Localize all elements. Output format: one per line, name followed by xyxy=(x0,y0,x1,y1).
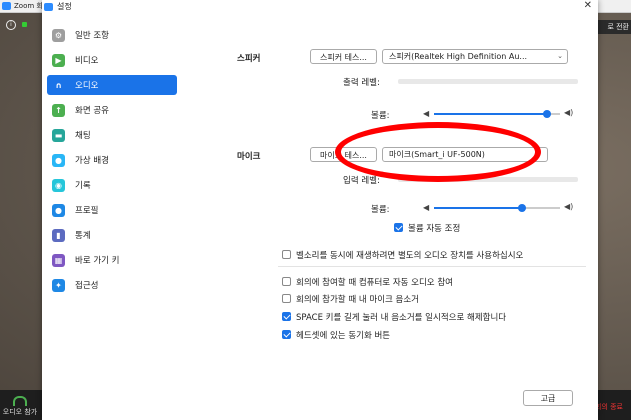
sidebar-item-label: 프로필 xyxy=(75,206,99,216)
mic-volume-fill xyxy=(434,207,522,209)
push-to-talk-checkbox[interactable] xyxy=(282,312,291,321)
record-icon: ◉ xyxy=(52,178,65,192)
audio-settings-panel: 스피커 스피커 테스... 스피커(Realtek High Definitio… xyxy=(220,13,598,420)
keyboard-icon: ▦ xyxy=(52,253,65,267)
auto-adjust-checkbox[interactable] xyxy=(394,223,403,232)
sidebar-item-label: 접근성 xyxy=(75,281,99,291)
mic-volume-low-icon: ◀ xyxy=(423,203,430,212)
separate-device-checkbox[interactable] xyxy=(282,250,291,259)
mic-device-value: 마이크(Smart_i UF-500N) xyxy=(389,150,485,159)
volume-low-icon: ◀ xyxy=(423,109,430,118)
chat-icon: ▬ xyxy=(52,128,65,142)
sidebar-item-headphones[interactable]: ∩ 오디오 xyxy=(47,75,177,95)
sidebar-item-label: 통계 xyxy=(75,231,91,241)
headphones-icon: ∩ xyxy=(55,80,62,90)
info-icon[interactable]: i xyxy=(6,20,16,30)
sidebar-item-accessibility[interactable]: ✦ 접근성 xyxy=(47,275,177,295)
sidebar-item-record[interactable]: ◉ 기록 xyxy=(47,175,177,195)
speaker-device-value: 스피커(Realtek High Definition Au... xyxy=(389,52,528,61)
sidebar-item-share-screen[interactable]: ↑ 화면 공유 xyxy=(47,100,177,120)
video-icon: ▶ xyxy=(52,53,65,67)
sidebar-item-label: 일반 조항 xyxy=(75,31,109,41)
accessibility-icon: ✦ xyxy=(52,278,65,292)
auto-join-audio-label: 회의에 참여할 때 컴퓨터로 자동 오디오 참여 xyxy=(296,278,453,288)
meeting-window-title: Zoom 회 xyxy=(14,2,43,10)
input-level-label: 입력 레벨: xyxy=(343,176,380,186)
person-icon: ● xyxy=(52,153,65,167)
headphones-icon xyxy=(13,396,27,406)
join-audio-button[interactable]: 오디오 참가 xyxy=(2,396,38,417)
mic-device-select[interactable]: 마이크(Smart_i UF-500N) xyxy=(382,147,548,162)
sidebar-item-label: 가상 배경 xyxy=(75,156,109,166)
speaker-test-button[interactable]: 스피커 테스... xyxy=(310,49,377,64)
sidebar-item-chat[interactable]: ▬ 채팅 xyxy=(47,125,177,145)
speaker-volume-fill xyxy=(434,113,547,115)
profile-icon: ● xyxy=(52,203,65,217)
settings-title: 설정 xyxy=(57,2,72,11)
auto-adjust-label: 볼륨 자동 조정 xyxy=(408,224,461,234)
sidebar-item-keyboard[interactable]: ▦ 바로 가기 키 xyxy=(47,250,177,270)
input-level-meter xyxy=(398,177,578,182)
end-meeting-button[interactable]: 회의 종료 xyxy=(595,400,631,414)
speaker-device-select[interactable]: 스피커(Realtek High Definition Au... ⌄ xyxy=(382,49,568,64)
push-to-talk-label: SPACE 키를 길게 눌러 내 음소거를 일시적으로 해제합니다 xyxy=(296,313,507,323)
volume-high-icon: ◀) xyxy=(564,108,574,117)
close-icon[interactable]: ✕ xyxy=(584,0,592,12)
advanced-button[interactable]: 고급 xyxy=(523,390,573,406)
settings-titlebar: 설정 ✕ xyxy=(42,0,598,13)
sidebar-item-label: 오디오 xyxy=(75,81,99,91)
meeting-window-tab[interactable]: Zoom 회 xyxy=(2,1,43,11)
output-level-label: 출력 레벨: xyxy=(343,78,380,88)
stats-icon: ▮ xyxy=(52,228,65,242)
output-level-meter xyxy=(398,79,578,84)
join-audio-label: 오디오 참가 xyxy=(2,408,38,416)
sidebar-item-profile[interactable]: ● 프로필 xyxy=(47,200,177,220)
speaker-volume-thumb[interactable] xyxy=(543,110,551,118)
mic-volume-label: 볼륨: xyxy=(371,205,390,215)
separate-device-label: 벨소리를 동시에 재생하려면 별도의 오디오 장치를 사용하십시오 xyxy=(296,251,524,261)
headset-sync-checkbox[interactable] xyxy=(282,330,291,339)
sidebar-item-label: 기록 xyxy=(75,181,91,191)
sidebar-item-label: 화면 공유 xyxy=(75,106,109,116)
share-screen-icon: ↑ xyxy=(52,103,65,117)
speaker-volume-label: 볼륨: xyxy=(371,111,390,121)
mute-on-join-label: 회의에 참가할 때 내 마이크 음소거 xyxy=(296,295,419,305)
settings-sidebar: ⚙ 일반 조항 ▶ 비디오 ∩ 오디오 ↑ 화면 공유 ▬ 채팅 ● 가상 배경 ◉ 기록 ● 프로필 ▮ 통계 ▦… xyxy=(42,13,220,420)
mic-label: 마이크 xyxy=(237,152,261,162)
mute-on-join-checkbox[interactable] xyxy=(282,294,291,303)
sidebar-item-label: 비디오 xyxy=(75,56,99,66)
zoom-logo-icon xyxy=(2,2,11,10)
auto-join-audio-checkbox[interactable] xyxy=(282,277,291,286)
headset-sync-label: 헤드셋에 있는 동기화 버튼 xyxy=(296,331,391,341)
zoom-logo-icon xyxy=(44,2,53,11)
sidebar-item-label: 채팅 xyxy=(75,131,91,141)
sidebar-item-stats[interactable]: ▮ 통계 xyxy=(47,225,177,245)
encryption-status-icon[interactable] xyxy=(22,22,27,27)
speaker-label: 스피커 xyxy=(237,54,261,64)
sidebar-item-gear[interactable]: ⚙ 일반 조항 xyxy=(47,25,177,45)
mic-test-button[interactable]: 마이크 테스... xyxy=(310,147,377,162)
mic-volume-high-icon: ◀) xyxy=(564,202,574,211)
chevron-down-icon: ⌄ xyxy=(557,52,563,60)
sidebar-item-label: 바로 가기 키 xyxy=(75,256,120,266)
view-switch-button[interactable]: 로 전환 xyxy=(596,20,631,34)
mic-volume-thumb[interactable] xyxy=(518,204,526,212)
sidebar-item-person[interactable]: ● 가상 배경 xyxy=(47,150,177,170)
gear-icon: ⚙ xyxy=(52,28,65,42)
settings-dialog: 설정 ✕ ⚙ 일반 조항 ▶ 비디오 ∩ 오디오 ↑ 화면 공유 ▬ 채팅 ● 가상 배경 ◉ 기록 ● 프로… xyxy=(42,0,598,420)
section-divider xyxy=(278,266,586,267)
sidebar-item-video[interactable]: ▶ 비디오 xyxy=(47,50,177,70)
